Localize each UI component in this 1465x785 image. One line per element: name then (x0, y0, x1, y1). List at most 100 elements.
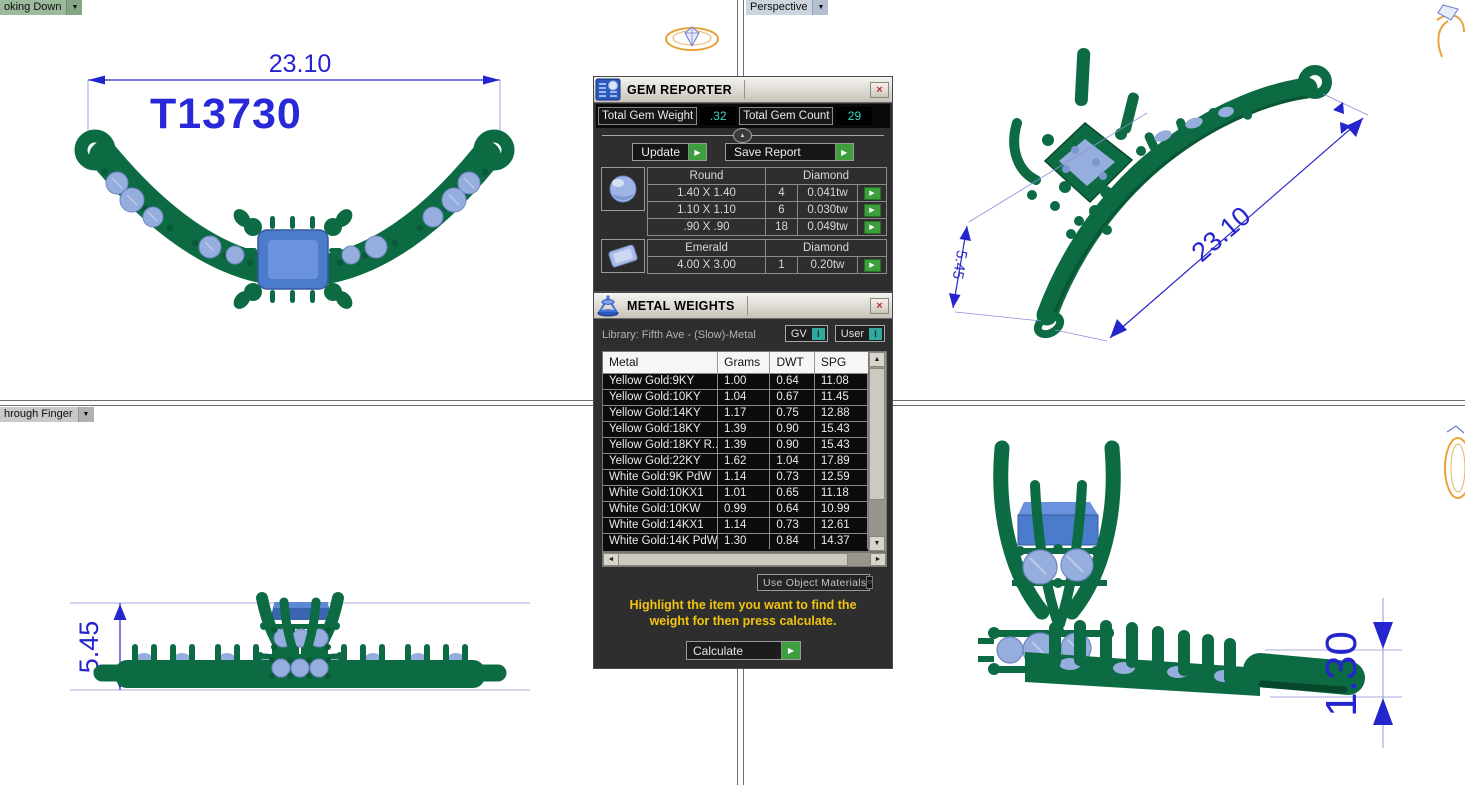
viewport-bottom-right-render[interactable]: 1.30 (940, 430, 1465, 770)
gem-weight: 0.049tw (798, 219, 858, 235)
viewport-label-text: Perspective (746, 0, 812, 15)
dimension-text-length: 23.10 (1186, 201, 1257, 268)
viewport-top-left-render[interactable]: 23.10 T13730 (60, 50, 560, 320)
gem-group-emerald: Emerald Diamond 4.00 X 3.00 1 0.20tw ▶ (601, 239, 887, 274)
table-row[interactable]: Yellow Gold:18KY1.39 0.9015.43 (603, 421, 868, 437)
play-icon: ▶ (835, 144, 853, 160)
gem-type: Diamond (766, 240, 886, 256)
viewport-label-perspective[interactable]: Perspective ▼ (746, 0, 828, 15)
gem-row-action-button[interactable]: ▶ (864, 187, 881, 200)
table-row[interactable]: White Gold:10KX11.01 0.6511.18 (603, 485, 868, 501)
metal-weights-panel: METAL WEIGHTS × Library: Fifth Ave - (Sl… (593, 292, 893, 669)
dimension-text-thickness: 1.30 (1317, 631, 1366, 717)
scroll-right-icon[interactable]: ► (870, 553, 886, 566)
toggle-indicator-icon: I (869, 328, 882, 340)
scrollbar-thumb[interactable] (618, 553, 848, 566)
gem-reporter-titlebar[interactable]: GEM REPORTER × (594, 77, 892, 103)
table-row[interactable]: Yellow Gold:10KY1.04 0.6711.45 (603, 389, 868, 405)
close-icon[interactable]: × (870, 298, 889, 314)
gem-shape: Emerald (648, 240, 766, 256)
total-gem-count-value: 29 (836, 107, 872, 125)
dimension-text-width: 23.10 (269, 50, 332, 78)
column-header-dwt[interactable]: DWT (770, 352, 814, 373)
gem-totals-bar: Total Gem Weight .32 Total Gem Count 29 (596, 104, 890, 128)
dimension-text-height: 5.45 (949, 249, 970, 281)
save-report-button[interactable]: Save Report ▶ (725, 143, 854, 161)
gem-weight: 0.20tw (798, 257, 858, 273)
column-header-metal[interactable]: Metal (603, 352, 718, 373)
gem-size: 1.40 X 1.40 (648, 185, 766, 201)
viewport-bottom-left-render[interactable]: 5.45 (40, 560, 560, 720)
collapse-icon[interactable]: ▲ (733, 128, 752, 143)
table-row[interactable]: White Gold:9K PdW1.14 0.7312.59 (603, 469, 868, 485)
gem-shape: Round (648, 168, 766, 184)
panel-title: METAL WEIGHTS (623, 299, 735, 313)
gem-size: 1.10 X 1.10 (648, 202, 766, 218)
gem-row[interactable]: 4.00 X 3.00 1 0.20tw ▶ (648, 257, 886, 273)
chevron-down-icon[interactable]: ▼ (78, 407, 94, 422)
gem-count: 18 (766, 219, 798, 235)
use-object-materials-button[interactable]: Use Object Materials ○ (757, 574, 870, 591)
calculate-button[interactable]: Calculate ▶ (686, 641, 801, 660)
table-row[interactable]: Yellow Gold:9KY1.00 0.6411.08 (603, 373, 868, 389)
table-row[interactable]: Yellow Gold:14KY1.17 0.7512.88 (603, 405, 868, 421)
table-row[interactable]: White Gold:14K PdW1.30 0.8414.37 (603, 533, 868, 549)
gem-weight: 0.041tw (798, 185, 858, 201)
horizontal-scrollbar[interactable]: ◄ ► (602, 552, 887, 567)
gem-row-action-button[interactable]: ▶ (864, 221, 881, 234)
save-report-button-label: Save Report (726, 144, 835, 160)
table-row[interactable]: White Gold:14KX11.14 0.7312.61 (603, 517, 868, 533)
panel-title: GEM REPORTER (623, 83, 732, 97)
scroll-left-icon[interactable]: ◄ (603, 553, 619, 566)
gem-row-action-button[interactable]: ▶ (864, 204, 881, 217)
collapse-divider: ▲ (602, 135, 884, 136)
close-icon[interactable]: × (870, 82, 889, 98)
library-label: Library: Fifth Ave - (Slow)-Metal (602, 329, 756, 341)
gem-row-action-button[interactable]: ▶ (864, 259, 881, 272)
gem-group-header: Round Diamond (648, 168, 886, 185)
emerald-gem-icon (601, 239, 645, 273)
gem-row[interactable]: .90 X .90 18 0.049tw ▶ (648, 219, 886, 235)
table-row[interactable]: White Gold:10KW0.99 0.6410.99 (603, 501, 868, 517)
viewport-label-text: oking Down (0, 0, 66, 15)
scroll-down-icon[interactable]: ▼ (869, 536, 885, 551)
round-gem-icon (601, 167, 645, 211)
vertical-scrollbar[interactable]: ▲ ▼ (868, 352, 886, 551)
table-row[interactable]: Yellow Gold:22KY1.62 1.0417.89 (603, 453, 868, 469)
gem-reporter-panel: GEM REPORTER × Total Gem Weight .32 Tota… (593, 76, 893, 292)
gem-size: 4.00 X 3.00 (648, 257, 766, 273)
user-toggle-label: User (838, 328, 869, 340)
gv-toggle-button[interactable]: GV I (785, 325, 828, 342)
toggle-indicator-icon: I (812, 328, 825, 340)
metal-weights-titlebar[interactable]: METAL WEIGHTS × (594, 293, 892, 319)
play-icon: ▶ (688, 144, 706, 160)
total-gem-weight-label: Total Gem Weight (598, 107, 697, 125)
viewport-label-looking-down[interactable]: oking Down ▼ (0, 0, 82, 15)
column-header-grams[interactable]: Grams (718, 352, 770, 373)
scrollbar-thumb[interactable] (869, 368, 885, 500)
cad-app-canvas: oking Down ▼ Perspective ▼ hrough Finger… (0, 0, 1465, 785)
table-row[interactable]: Yellow Gold:18KY R...1.39 0.9015.43 (603, 437, 868, 453)
gem-row[interactable]: 1.40 X 1.40 4 0.041tw ▶ (648, 185, 886, 202)
viewport-top-right-render[interactable]: 23.10 5.45 (935, 20, 1465, 360)
user-toggle-button[interactable]: User I (835, 325, 885, 342)
total-gem-count-label: Total Gem Count (739, 107, 833, 125)
scroll-up-icon[interactable]: ▲ (869, 352, 885, 367)
scale-icon (595, 294, 621, 317)
chevron-down-icon[interactable]: ▼ (66, 0, 82, 15)
table-header-row: Metal Grams DWT SPG (603, 352, 868, 373)
total-gem-weight-value: .32 (700, 107, 736, 125)
update-button[interactable]: Update ▶ (632, 143, 707, 161)
pendant-perspective-view (1014, 48, 1327, 338)
chevron-down-icon[interactable]: ▼ (812, 0, 828, 15)
column-header-spg[interactable]: SPG (815, 352, 868, 373)
wireframe-ring-icon (663, 22, 721, 54)
part-number-label: T13730 (150, 90, 302, 138)
instruction-text: Highlight the item you want to find the … (608, 597, 878, 629)
gem-type: Diamond (766, 168, 886, 184)
gem-reporter-icon (595, 78, 621, 101)
gem-weight: 0.030tw (798, 202, 858, 218)
pendant-side-view (102, 598, 498, 688)
viewport-label-through-finger[interactable]: hrough Finger ▼ (0, 407, 94, 422)
gem-row[interactable]: 1.10 X 1.10 6 0.030tw ▶ (648, 202, 886, 219)
